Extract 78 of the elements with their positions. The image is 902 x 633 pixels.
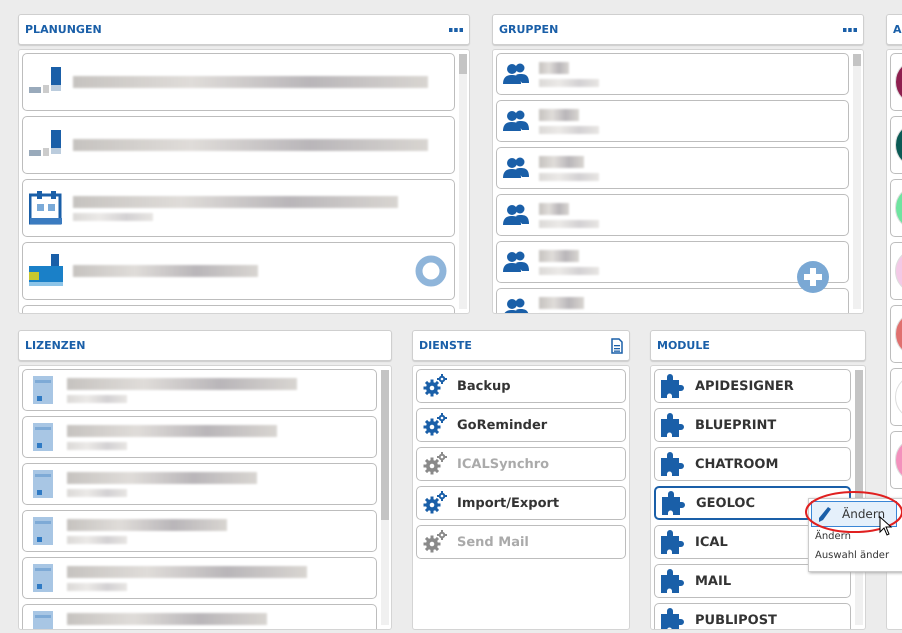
scrollbar[interactable] [853, 54, 861, 309]
license-item[interactable] [22, 463, 377, 505]
document-icon [33, 423, 53, 451]
blurred-text [67, 582, 127, 590]
license-item[interactable] [22, 510, 377, 552]
panel-title: PLANUNGEN [25, 23, 102, 36]
document-icon[interactable] [611, 338, 623, 354]
blurred-text [539, 156, 584, 168]
panel-title: MODULE [657, 339, 710, 352]
gears-icon [423, 491, 447, 515]
group-item[interactable] [496, 241, 849, 283]
module-item[interactable]: PUBLIPOST [654, 603, 851, 629]
puzzle-icon [662, 491, 686, 515]
puzzle-icon [661, 530, 685, 554]
blurred-text [539, 108, 579, 120]
service-item[interactable]: Import/Export [416, 486, 626, 520]
users-icon [503, 203, 529, 227]
calendar-icon [29, 191, 63, 225]
blurred-text [539, 172, 599, 180]
group-item[interactable] [496, 147, 849, 189]
plan-item[interactable] [22, 116, 455, 174]
users-icon [503, 62, 529, 86]
menu-item[interactable]: Ändern [811, 501, 897, 527]
panel-title: LIZENZEN [25, 339, 86, 352]
panel-title: DIENSTE [419, 339, 472, 352]
blurred-text [67, 442, 127, 450]
more-icon[interactable] [843, 28, 857, 32]
users-icon [503, 109, 529, 133]
license-item[interactable] [22, 416, 377, 458]
scrollbar[interactable] [459, 54, 467, 309]
plus-icon [804, 268, 822, 286]
plan-item[interactable] [22, 179, 455, 237]
blurred-text [539, 126, 599, 134]
puzzle-icon [661, 374, 685, 398]
blurred-text [67, 488, 127, 496]
users-icon [503, 156, 529, 180]
gears-icon [423, 530, 447, 554]
plan-item[interactable] [22, 53, 455, 111]
blurred-text [67, 394, 127, 402]
module-item[interactable]: BLUEPRINT [654, 408, 851, 442]
group-item[interactable] [496, 53, 849, 95]
document-icon [33, 564, 53, 592]
blurred-text [539, 78, 599, 86]
group-item[interactable] [496, 194, 849, 236]
plan-item[interactable] [22, 242, 455, 300]
document-icon [33, 517, 53, 545]
panel-title: GRUPPEN [499, 23, 558, 36]
ring-icon[interactable] [414, 254, 448, 288]
document-icon [33, 376, 53, 404]
puzzle-icon [661, 452, 685, 476]
group-item[interactable] [496, 100, 849, 142]
module-item[interactable]: APIDESIGNER [654, 369, 851, 403]
license-item[interactable] [22, 369, 377, 411]
blurred-text [539, 220, 599, 228]
blurred-text [539, 266, 599, 274]
map-icon [29, 254, 63, 288]
module-item[interactable]: CHATROOM [654, 447, 851, 481]
license-item[interactable] [22, 557, 377, 599]
gears-icon [423, 452, 447, 476]
blurred-text [539, 62, 569, 74]
puzzle-icon [661, 569, 685, 593]
gears-icon [423, 374, 447, 398]
puzzle-icon [661, 413, 685, 437]
document-icon [33, 470, 53, 498]
more-icon[interactable] [449, 28, 463, 32]
scrollbar[interactable] [381, 370, 389, 625]
gears-icon [423, 413, 447, 437]
service-item[interactable]: GoReminder [416, 408, 626, 442]
pencil-icon [818, 506, 832, 522]
blurred-text [539, 296, 584, 308]
blurred-text [67, 536, 127, 544]
module-item[interactable]: MAIL [654, 564, 851, 598]
puzzle-icon [661, 608, 685, 629]
service-item[interactable]: Backup [416, 369, 626, 403]
blurred-text [539, 250, 579, 262]
blurred-text [539, 202, 569, 214]
panel-title: A [893, 23, 902, 36]
users-icon [503, 250, 529, 274]
